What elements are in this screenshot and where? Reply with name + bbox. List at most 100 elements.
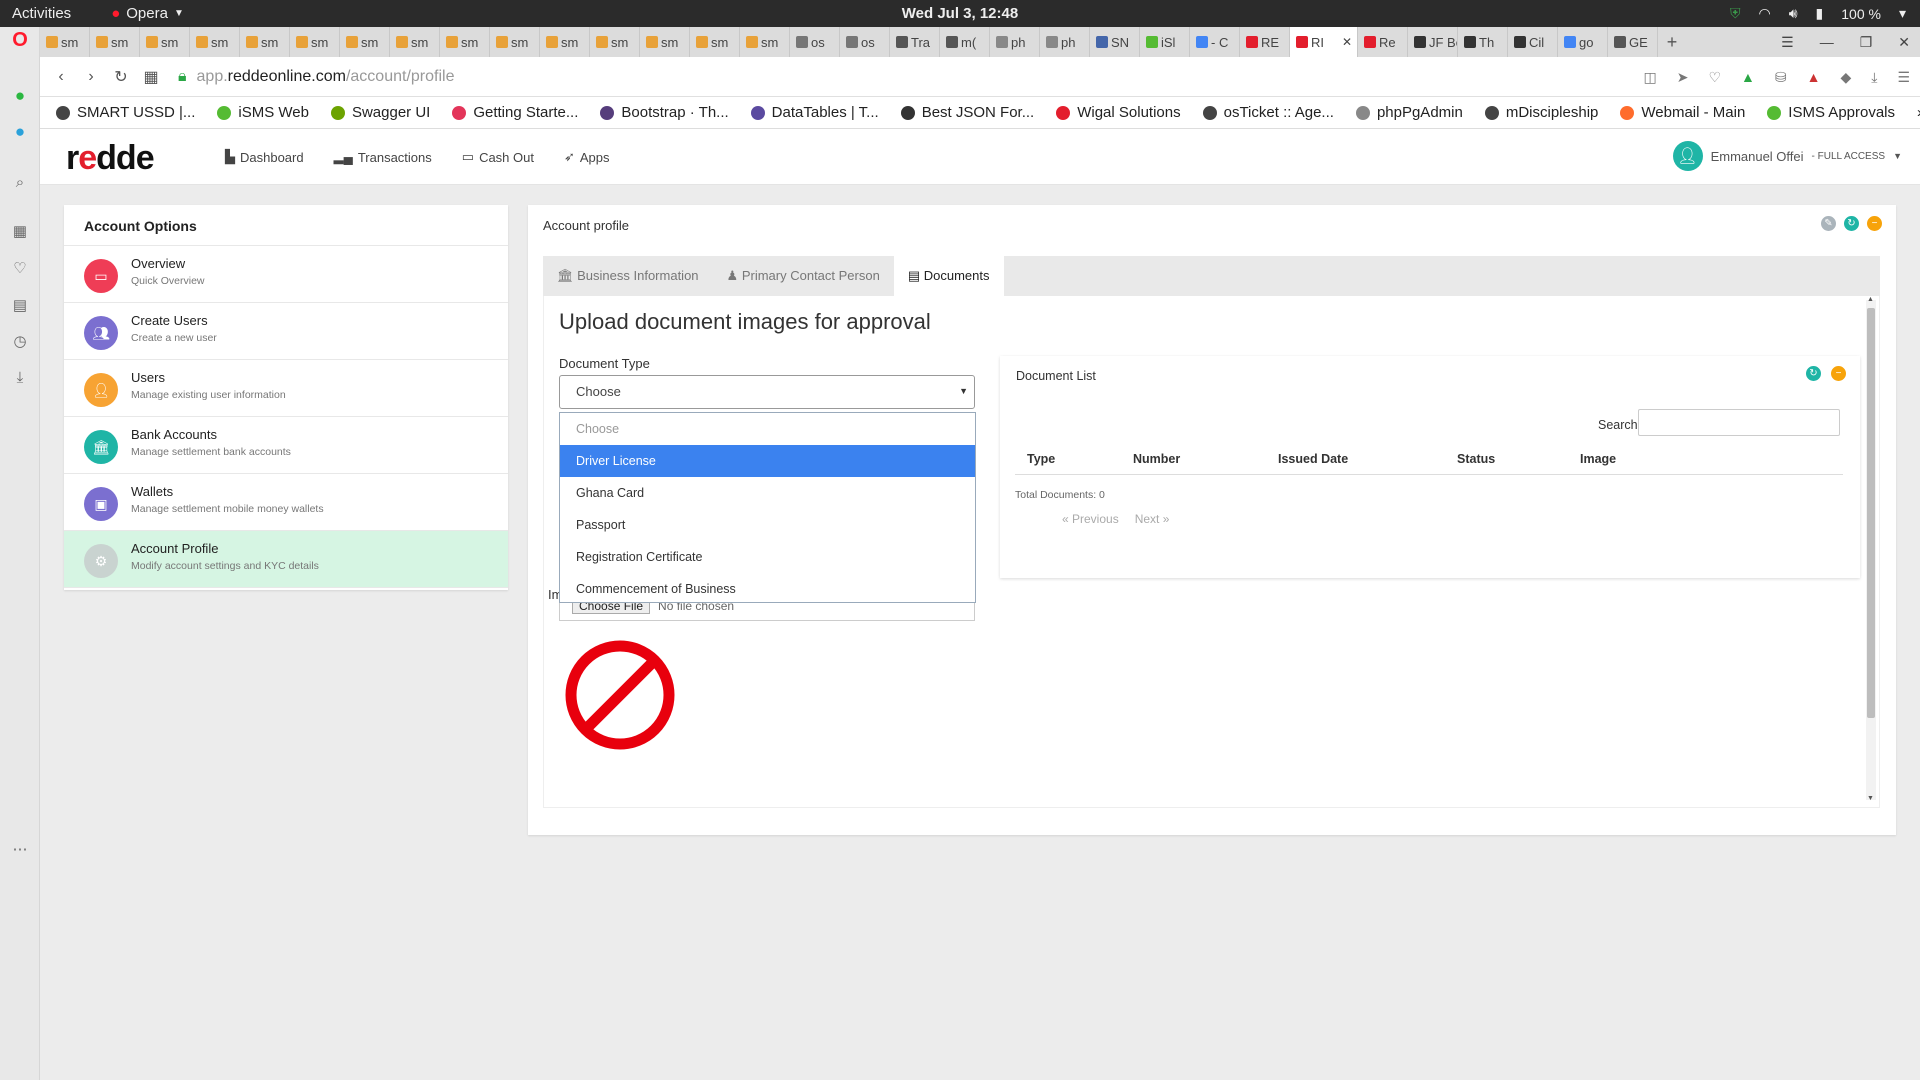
heart-icon[interactable]: ♡ [10,258,30,278]
browser-tab[interactable]: JF Be [1408,27,1458,57]
extension-icon[interactable]: ▲ [1741,69,1755,85]
browser-tab[interactable]: sm [40,27,90,57]
bookmark[interactable]: iSMS Web [217,104,309,121]
bookmark[interactable]: SMART USSD |... [56,104,195,121]
bookmark[interactable]: DataTables | T... [750,104,879,121]
nav-dashboard[interactable]: ▙ Dashboard [225,149,304,165]
browser-tab[interactable]: ph [990,27,1040,57]
telegram-icon[interactable]: ● [10,122,30,142]
tab-primary-contact[interactable]: ♟ Primary Contact Person [713,256,894,296]
bookmark[interactable]: Best JSON For... [900,104,1034,121]
browser-tab[interactable]: sm [690,27,740,57]
scroll-up-icon[interactable]: ▲ [1867,296,1874,303]
tab-documents[interactable]: ▤ Documents [893,256,1004,296]
edit-icon[interactable]: ✎ [1821,216,1836,231]
collapse-icon[interactable]: − [1831,366,1846,381]
bookmark[interactable]: Wigal Solutions [1056,104,1181,121]
bookmark[interactable]: osTicket :: Age... [1202,104,1334,121]
browser-tab[interactable]: RE [1240,27,1290,57]
browser-tab[interactable]: Re [1358,27,1408,57]
bookmark[interactable]: Bootstrap · Th... [600,104,729,121]
option-overview[interactable]: ▭ Overview Quick Overview [64,246,508,303]
browser-tab[interactable]: os [790,27,840,57]
browser-tab[interactable]: sm [90,27,140,57]
bookmark[interactable]: Webmail - Main [1620,104,1745,121]
dropdown-option[interactable]: Driver License [560,445,975,477]
tabs-grid-icon[interactable]: ▦ [136,67,166,87]
speed-dial-icon[interactable]: ▦ [10,221,30,241]
browser-tab[interactable]: sm [490,27,540,57]
column-type[interactable]: Type [1027,452,1055,466]
browser-tab[interactable]: sm [140,27,190,57]
history-icon[interactable]: ◷ [10,331,30,351]
browser-tab[interactable]: - C [1190,27,1240,57]
browser-tab[interactable]: sm [390,27,440,57]
tab-menu-icon[interactable]: ☰ [1781,34,1794,51]
option-users[interactable]: 👤︎ Users Manage existing user information [64,360,508,417]
more-icon[interactable]: ⋯ [10,839,30,859]
url-field[interactable]: 🔒︎ app.reddeonline.com/account/profile [178,68,454,86]
browser-tab[interactable]: Tra [890,27,940,57]
option-create-users[interactable]: 👥︎ Create Users Create a new user [64,303,508,360]
camera-icon[interactable]: ◫ [1643,69,1656,86]
redde-logo[interactable]: redde [66,139,155,178]
browser-tab[interactable]: go [1558,27,1608,57]
clock[interactable]: Wed Jul 3, 12:48 [0,5,1920,22]
chat-icon[interactable]: ◆ [1840,69,1851,86]
bookmark[interactable]: Getting Starte... [452,104,578,121]
browser-tab[interactable]: sm [340,27,390,57]
search-icon[interactable]: ⌕ [10,172,30,192]
column-status[interactable]: Status [1457,452,1495,466]
collapse-icon[interactable]: − [1867,216,1882,231]
database-icon[interactable]: ⛁ [1775,69,1787,86]
browser-tab[interactable]: iSl [1140,27,1190,57]
option-bank-accounts[interactable]: 🏛︎ Bank Accounts Manage settlement bank ac… [64,417,508,474]
browser-tab[interactable]: ph [1040,27,1090,57]
browser-tab[interactable]: sm [540,27,590,57]
browser-tab[interactable]: sm [590,27,640,57]
close-tab-icon[interactable]: ✕ [1342,35,1352,49]
browser-tab[interactable]: m( [940,27,990,57]
back-icon[interactable]: ‹ [46,68,76,86]
browser-tab[interactable]: sm [290,27,340,57]
dropdown-option[interactable]: Choose [560,413,975,445]
browser-tab[interactable]: os [840,27,890,57]
browser-tab[interactable]: SN [1090,27,1140,57]
option-wallets[interactable]: ▣ Wallets Manage settlement mobile money w… [64,474,508,531]
next-button[interactable]: Next » [1135,512,1170,526]
browser-tab[interactable]: RI ✕ [1290,27,1358,57]
restore-icon[interactable]: ❐ [1860,34,1873,51]
whatsapp-icon[interactable]: ● [10,86,30,106]
opera-menu-icon[interactable]: O [10,29,30,51]
bookmark[interactable]: Swagger UI [330,104,430,121]
scrollbar-thumb[interactable] [1867,308,1875,718]
extension-badge-icon[interactable]: ▲ [1807,69,1821,85]
column-image[interactable]: Image [1580,452,1616,466]
new-tab-icon[interactable]: + [1658,32,1686,53]
browser-tab[interactable]: Th [1458,27,1508,57]
bookmark[interactable]: phpPgAdmin [1355,104,1463,121]
column-issued-date[interactable]: Issued Date [1278,452,1348,466]
nav-apps[interactable]: ➶ Apps [564,149,610,165]
browser-tab[interactable]: sm [740,27,790,57]
option-account-profile[interactable]: ⚙ Account Profile Modify account settings … [64,531,508,588]
refresh-icon[interactable]: ↻ [1806,366,1821,381]
downloads-icon[interactable]: ⤓ [1871,69,1877,86]
heart-icon[interactable]: ♡ [1708,69,1721,86]
close-window-icon[interactable]: ✕ [1898,34,1910,51]
browser-tab[interactable]: sm [240,27,290,57]
browser-tab[interactable]: sm [190,27,240,57]
news-icon[interactable]: ▤ [10,295,30,315]
easy-setup-icon[interactable]: ☰ [1897,69,1910,86]
bookmark[interactable]: mDiscipleship [1484,104,1598,121]
dropdown-option[interactable]: Ghana Card [560,477,975,509]
browser-tab[interactable]: Cil [1508,27,1558,57]
tab-business-information[interactable]: 🏛︎ Business Information [543,256,713,296]
dropdown-option[interactable]: Registration Certificate [560,541,975,573]
user-menu[interactable]: 👤︎ Emmanuel Offei - FULL ACCESS ▼ [1672,141,1902,171]
bookmark[interactable]: ISMS Approvals [1767,104,1895,121]
download-icon[interactable]: ⤓ [10,367,30,387]
scroll-down-icon[interactable]: ▼ [1867,795,1874,802]
reload-icon[interactable]: ↻ [106,67,136,87]
search-input[interactable] [1638,409,1840,436]
